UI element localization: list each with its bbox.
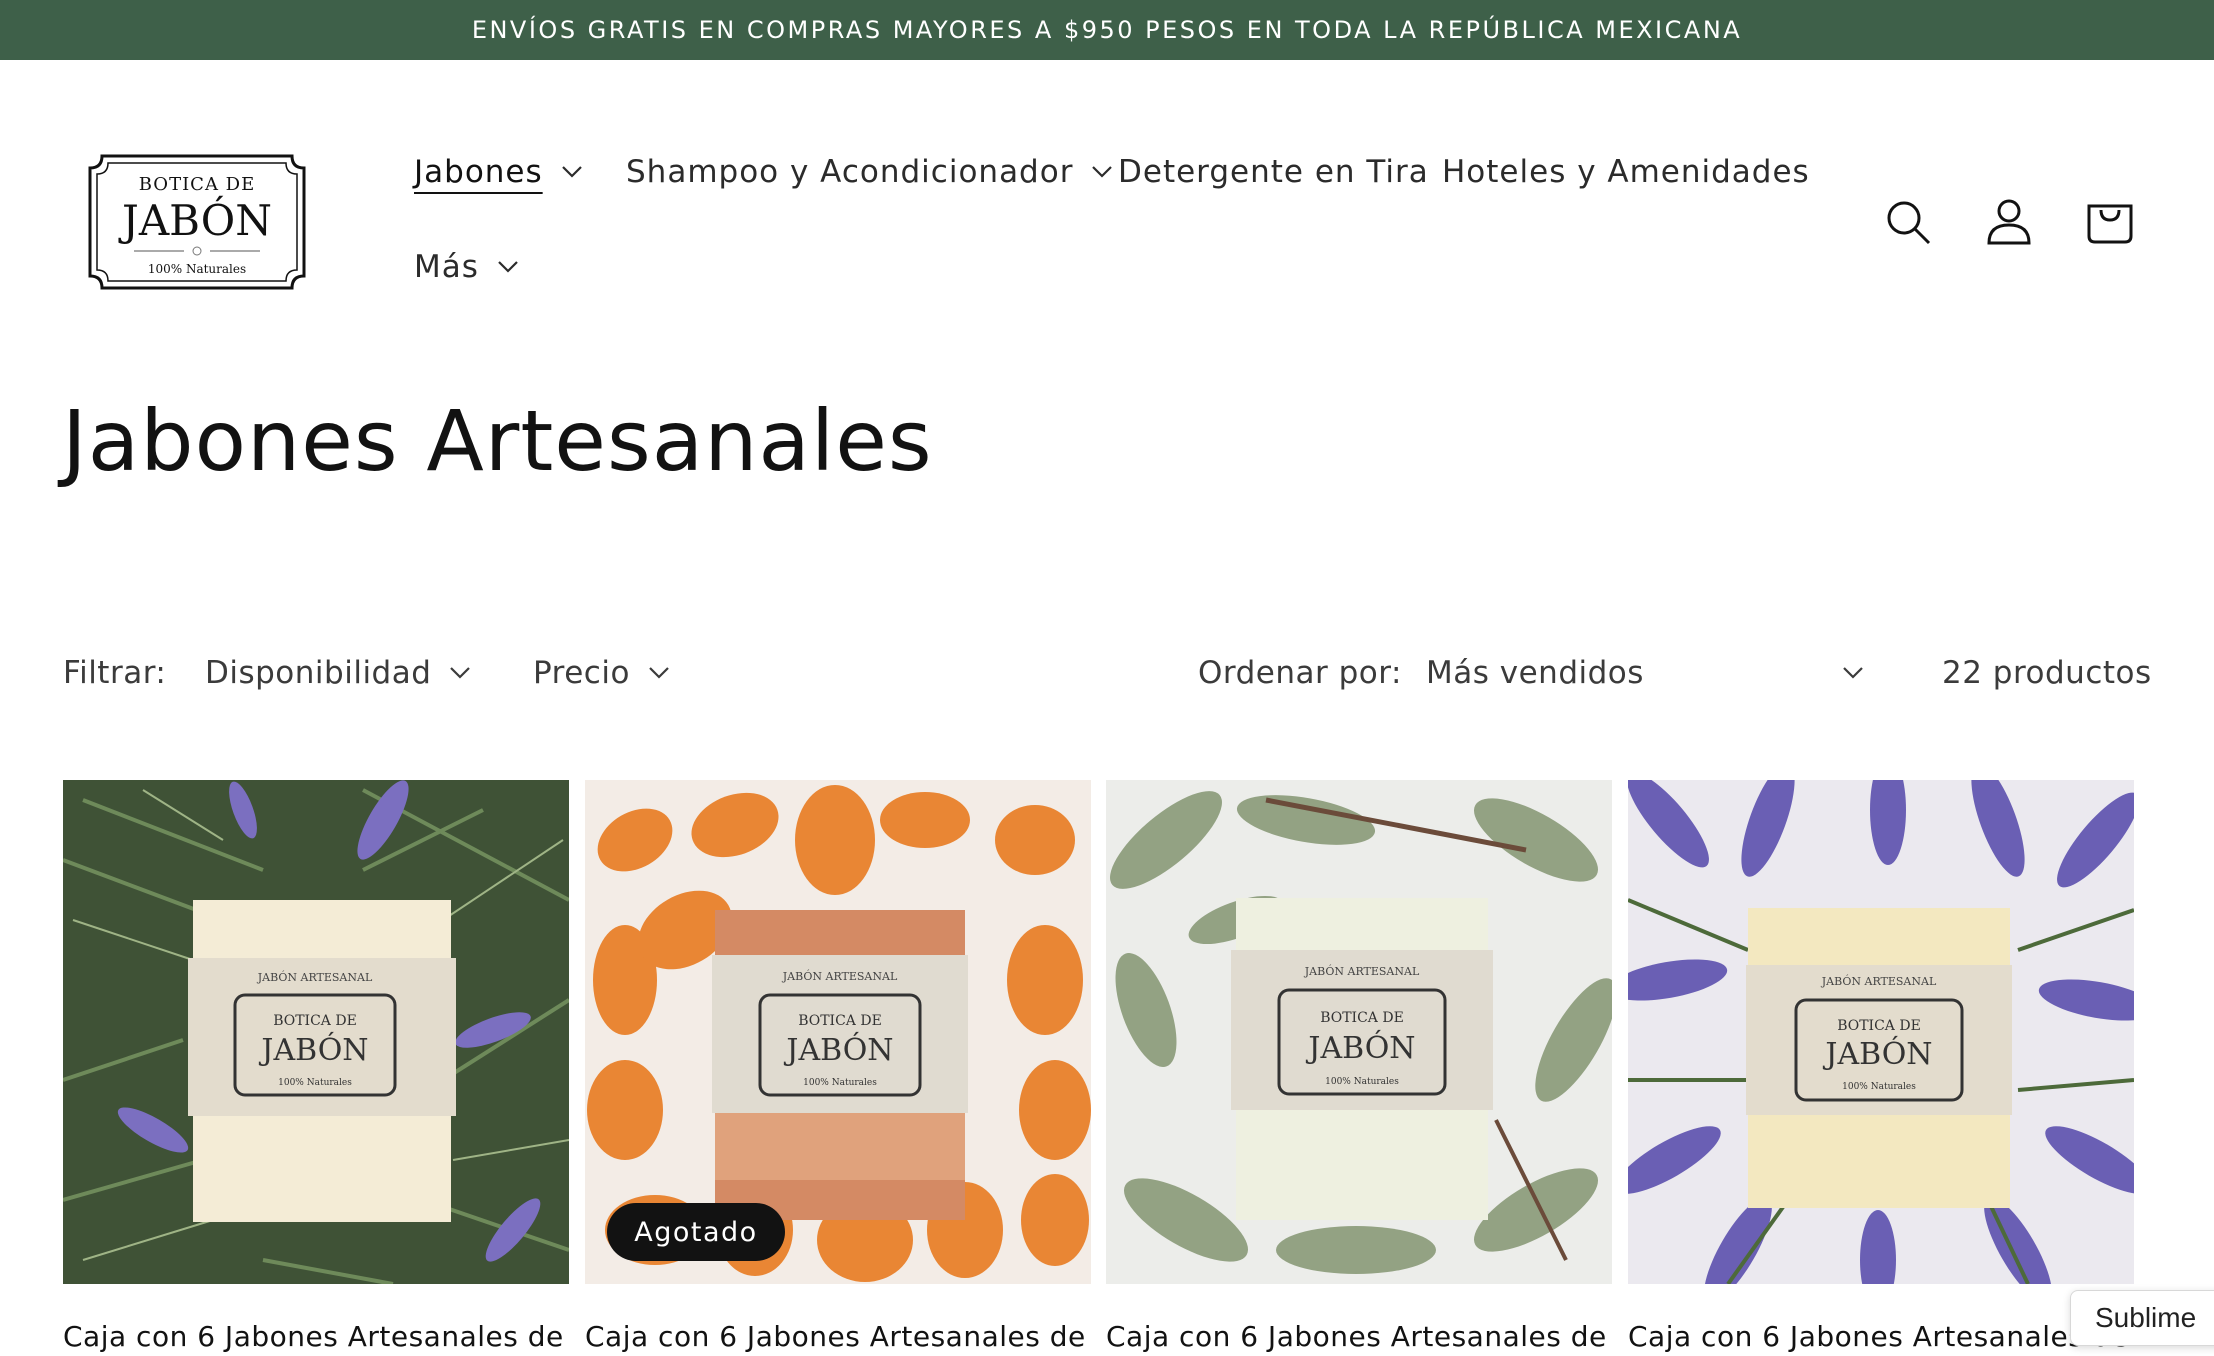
product-count: 22 productos xyxy=(1942,655,2152,691)
nav-item-label: Detergente en Tira xyxy=(1118,154,1429,190)
chevron-down-icon xyxy=(450,667,471,679)
svg-text:100% Naturales: 100% Naturales xyxy=(803,1078,877,1088)
chevron-down-icon xyxy=(1092,166,1113,178)
svg-text:BOTICA DE: BOTICA DE xyxy=(1837,1018,1921,1034)
account-icon[interactable] xyxy=(1985,197,2033,245)
nav-item-label: Jabones xyxy=(414,154,543,190)
svg-text:100% Naturales: 100% Naturales xyxy=(278,1078,352,1088)
filter-label: Filtrar: xyxy=(63,655,167,691)
announcement-text: ENVÍOS GRATIS EN COMPRAS MAYORES A $950 … xyxy=(471,16,1743,44)
nav-item-label: Más xyxy=(414,249,479,285)
filter-price[interactable]: Precio xyxy=(533,655,670,691)
store-logo[interactable]: BOTICA DE JABÓN 100% Naturales xyxy=(84,150,310,294)
svg-text:JABÓN: JABÓN xyxy=(258,1032,368,1068)
nav-item-jabones[interactable]: Jabones xyxy=(414,154,583,190)
svg-text:JABÓN ARTESANAL: JABÓN ARTESANAL xyxy=(257,970,373,984)
product-image-4[interactable]: JABÓN ARTESANAL BOTICA DE JABÓN 100% Nat… xyxy=(1628,780,2134,1284)
svg-text:JABÓN: JABÓN xyxy=(1305,1030,1415,1066)
chevron-down-icon xyxy=(561,166,582,178)
svg-text:BOTICA DE: BOTICA DE xyxy=(139,174,256,195)
sort-label: Ordenar por: xyxy=(1198,655,1402,691)
product-title-2[interactable]: Caja con 6 Jabones Artesanales de xyxy=(585,1320,1091,1353)
product-title-4[interactable]: Caja con 6 Jabones Artesanales de xyxy=(1628,1320,2134,1353)
filter-availability[interactable]: Disponibilidad xyxy=(205,655,471,691)
filter-price-label: Precio xyxy=(533,655,630,691)
svg-text:BOTICA DE: BOTICA DE xyxy=(798,1013,882,1029)
nav-item-mas[interactable]: Más xyxy=(414,249,519,285)
svg-text:JABÓN ARTESANAL: JABÓN ARTESANAL xyxy=(1304,964,1420,978)
nav-item-detergente[interactable]: Detergente en Tira xyxy=(1118,154,1429,190)
search-icon[interactable] xyxy=(1884,198,1932,246)
product-image-3[interactable]: JABÓN ARTESANAL BOTICA DE JABÓN 100% Nat… xyxy=(1106,780,1612,1284)
svg-text:100% Naturales: 100% Naturales xyxy=(1842,1082,1916,1092)
filter-availability-label: Disponibilidad xyxy=(205,655,432,691)
chevron-down-icon xyxy=(1843,667,1863,679)
svg-text:JABÓN: JABÓN xyxy=(1822,1036,1932,1072)
chevron-down-icon xyxy=(649,667,669,679)
sold-out-badge: Agotado xyxy=(607,1203,785,1261)
sort-select[interactable]: Más vendidos xyxy=(1426,655,1864,691)
chevron-down-icon xyxy=(498,261,518,273)
svg-text:JABÓN: JABÓN xyxy=(118,195,272,245)
announcement-bar: ENVÍOS GRATIS EN COMPRAS MAYORES A $950 … xyxy=(0,0,2214,60)
nav-item-shampoo[interactable]: Shampoo y Acondicionador xyxy=(626,154,1113,190)
product-title-3[interactable]: Caja con 6 Jabones Artesanales de xyxy=(1106,1320,1612,1353)
svg-text:JABÓN: JABÓN xyxy=(783,1032,893,1068)
product-image-1[interactable]: JABÓN ARTESANAL BOTICA DE JABÓN 100% Nat… xyxy=(63,780,569,1284)
product-title-1[interactable]: Caja con 6 Jabones Artesanales de xyxy=(63,1320,569,1353)
svg-text:JABÓN ARTESANAL: JABÓN ARTESANAL xyxy=(1821,974,1937,988)
svg-text:BOTICA DE: BOTICA DE xyxy=(273,1013,357,1029)
sort-value: Más vendidos xyxy=(1426,655,1644,691)
svg-text:BOTICA DE: BOTICA DE xyxy=(1320,1010,1404,1026)
page-title: Jabones Artesanales xyxy=(62,392,933,490)
svg-text:100% Naturales: 100% Naturales xyxy=(148,262,246,276)
nav-item-hoteles[interactable]: Hoteles y Amenidades xyxy=(1442,154,1810,190)
svg-text:100% Naturales: 100% Naturales xyxy=(1325,1077,1399,1087)
svg-text:JABÓN ARTESANAL: JABÓN ARTESANAL xyxy=(782,969,898,983)
nav-item-label: Hoteles y Amenidades xyxy=(1442,154,1810,190)
cart-icon[interactable] xyxy=(2086,196,2134,244)
nav-item-label: Shampoo y Acondicionador xyxy=(626,154,1074,190)
sublime-widget-label: Sublime xyxy=(2095,1302,2197,1333)
sublime-widget-button[interactable]: Sublime xyxy=(2070,1290,2214,1346)
